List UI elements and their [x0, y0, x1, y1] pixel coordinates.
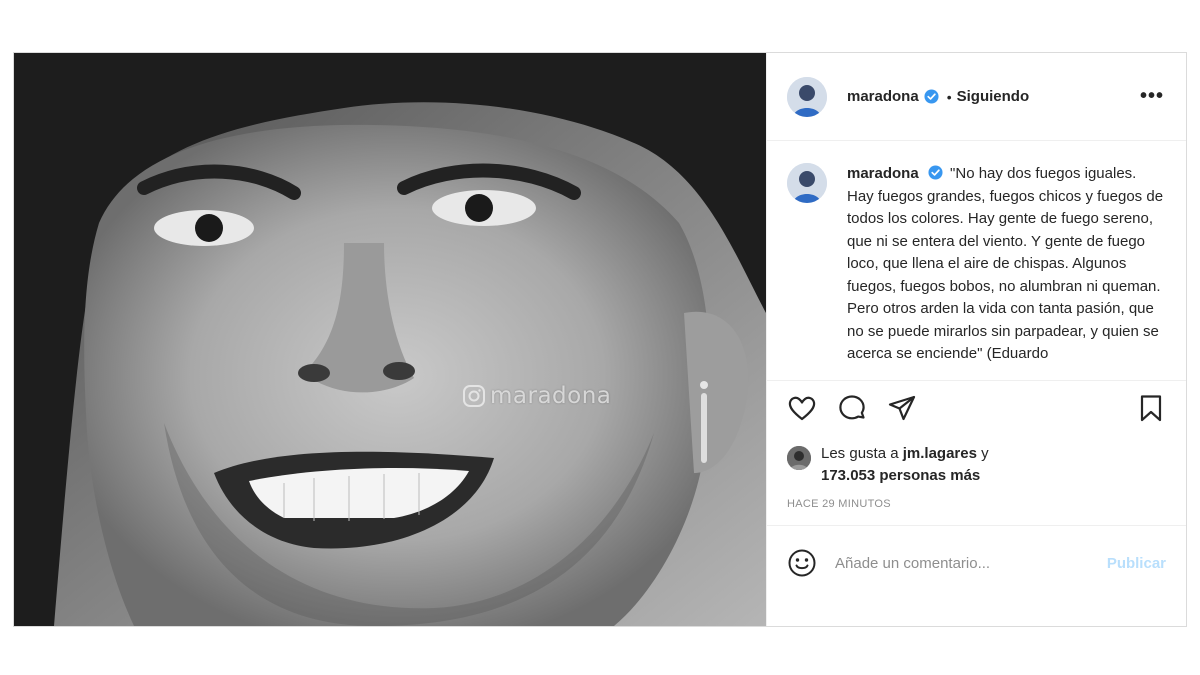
caption-body: "No hay dos fuegos iguales. Hay fuegos g…: [847, 165, 1164, 362]
publish-button[interactable]: Publicar: [1107, 555, 1166, 572]
comment-bar: Publicar: [767, 525, 1186, 600]
header-separator: •: [946, 88, 952, 105]
verified-badge-icon: [928, 165, 943, 180]
avatar[interactable]: [787, 76, 827, 117]
likes-conjunction: y: [976, 445, 989, 462]
likes-count[interactable]: 173.053 personas más: [821, 467, 980, 484]
likes-text: Les gusta a jm.lagares y 173.053 persona…: [821, 443, 989, 493]
portrait-image: [14, 53, 766, 626]
post-photo[interactable]: maradona: [14, 53, 766, 626]
liker-username[interactable]: jm.lagares: [903, 445, 977, 462]
verified-badge-icon: [924, 89, 939, 104]
photo-watermark: maradona: [462, 383, 611, 409]
watermark-text: maradona: [490, 383, 612, 409]
comment-input[interactable]: [835, 554, 1075, 572]
instagram-icon: [463, 385, 485, 407]
caption-username[interactable]: maradona: [847, 165, 919, 182]
heart-icon[interactable]: [787, 393, 817, 423]
action-bar: [767, 381, 1186, 435]
post-timestamp[interactable]: HACE 29 MINUTOS: [767, 493, 1186, 525]
instagram-post: maradona maradona • Siguiendo ••• marado…: [13, 52, 1187, 627]
liker-avatar[interactable]: [787, 446, 811, 470]
bookmark-icon[interactable]: [1136, 393, 1166, 423]
caption-section: maradona "No hay dos fuegos iguales. Hay…: [767, 141, 1186, 381]
post-side-panel: maradona • Siguiendo ••• maradona "No ha…: [766, 53, 1186, 626]
follow-status-button[interactable]: Siguiendo: [957, 88, 1030, 105]
likes-prefix: Les gusta a: [821, 445, 903, 462]
header-username[interactable]: maradona: [847, 88, 919, 105]
paper-plane-icon[interactable]: [887, 393, 917, 423]
comment-icon[interactable]: [837, 393, 867, 423]
more-options-icon[interactable]: •••: [1140, 85, 1164, 108]
post-header: maradona • Siguiendo •••: [767, 53, 1186, 141]
likes-section: Les gusta a jm.lagares y 173.053 persona…: [767, 435, 1186, 493]
caption-text: maradona "No hay dos fuegos iguales. Hay…: [847, 163, 1166, 380]
caption-avatar[interactable]: [787, 163, 827, 203]
emoji-icon[interactable]: [787, 548, 817, 578]
